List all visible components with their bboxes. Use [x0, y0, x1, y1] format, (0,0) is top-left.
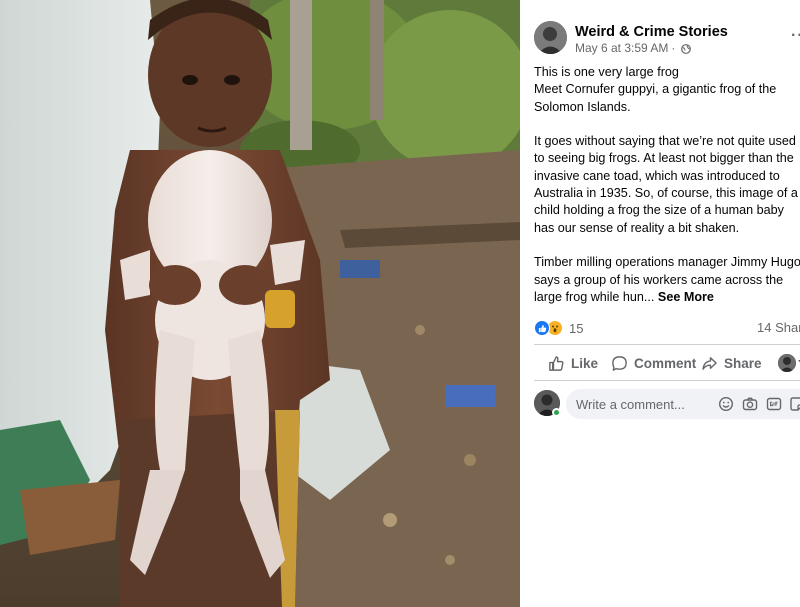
post-text-line: Solomon Islands.	[534, 99, 631, 114]
comment-input[interactable]	[576, 389, 716, 419]
post-text-line: Timber milling operations manager Jimmy …	[534, 255, 800, 270]
post-text-line: invasive cane toad, which was introduced…	[534, 168, 780, 183]
post-text-line: It goes without saying that we’re not qu…	[534, 134, 796, 149]
emoji-icon[interactable]	[718, 396, 734, 412]
post-text-line: says a group of his workers came across …	[534, 272, 784, 287]
divider	[534, 344, 800, 345]
meta-separator: ·	[671, 41, 676, 55]
post-text-line: has our sense of reality a bit shaken.	[534, 220, 740, 235]
post-paragraph: This is one very large frog Meet Cornufe…	[534, 64, 800, 116]
divider	[534, 380, 800, 381]
post-text-line: Meet Cornufer guppyi, a gigantic frog of…	[534, 82, 777, 97]
camera-icon[interactable]	[742, 396, 758, 412]
like-label: Like	[571, 355, 599, 371]
more-horizontal-icon[interactable]: ···	[791, 27, 800, 45]
online-status-dot	[552, 408, 561, 417]
post-meta: May 6 at 3:59 AM ·	[575, 41, 692, 55]
share-arrow-icon	[702, 356, 717, 370]
see-more-link[interactable]: See More	[658, 290, 714, 304]
post-panel: Weird & Crime Stories May 6 at 3:59 AM ·…	[520, 0, 800, 607]
like-button[interactable]: Like	[548, 350, 598, 376]
post-text-line: to seeing big frogs. At least not bigger…	[534, 151, 794, 166]
reaction-count: 15	[569, 320, 584, 336]
post-text-line: child holding a frog the size of a human…	[534, 203, 784, 218]
share-count[interactable]: 14 Shares	[757, 320, 800, 335]
post-text-line: Australia in 1935. So, of course, this i…	[534, 186, 798, 201]
truncated-text: large frog while hun...	[534, 289, 655, 304]
comment-box[interactable]	[566, 389, 800, 419]
post-timestamp[interactable]: May 6 at 3:59 AM	[575, 41, 668, 55]
globe-icon[interactable]	[681, 43, 692, 54]
thumbs-up-icon	[549, 355, 564, 371]
post-text-line: large frog while hun... See More	[534, 289, 800, 306]
sticker-icon[interactable]	[789, 396, 800, 412]
boy-holding-giant-frog-image	[0, 0, 520, 607]
post-paragraph: It goes without saying that we’re not qu…	[534, 133, 800, 237]
like-reaction-icon	[534, 320, 550, 336]
post-paragraph: Timber milling operations manager Jimmy …	[534, 254, 800, 306]
action-bar: Like Comment Share	[534, 350, 800, 376]
comment-label: Comment	[634, 355, 697, 371]
post-text-line: This is one very large frog	[534, 65, 679, 79]
post-as-avatar[interactable]	[778, 354, 796, 372]
comment-bubble-icon	[612, 355, 627, 371]
share-button[interactable]: Share	[701, 350, 762, 376]
post-photo[interactable]	[0, 0, 520, 607]
gif-icon[interactable]	[766, 396, 782, 412]
page-avatar[interactable]	[534, 21, 567, 54]
comment-composer	[534, 389, 800, 419]
comment-button[interactable]: Comment	[611, 350, 696, 376]
reaction-summary[interactable]: 15	[534, 318, 583, 338]
post-header: Weird & Crime Stories May 6 at 3:59 AM ·…	[534, 21, 800, 61]
page-name[interactable]: Weird & Crime Stories	[575, 24, 728, 40]
post-body: This is one very large frog Meet Cornufe…	[534, 64, 800, 323]
share-label: Share	[724, 355, 762, 371]
